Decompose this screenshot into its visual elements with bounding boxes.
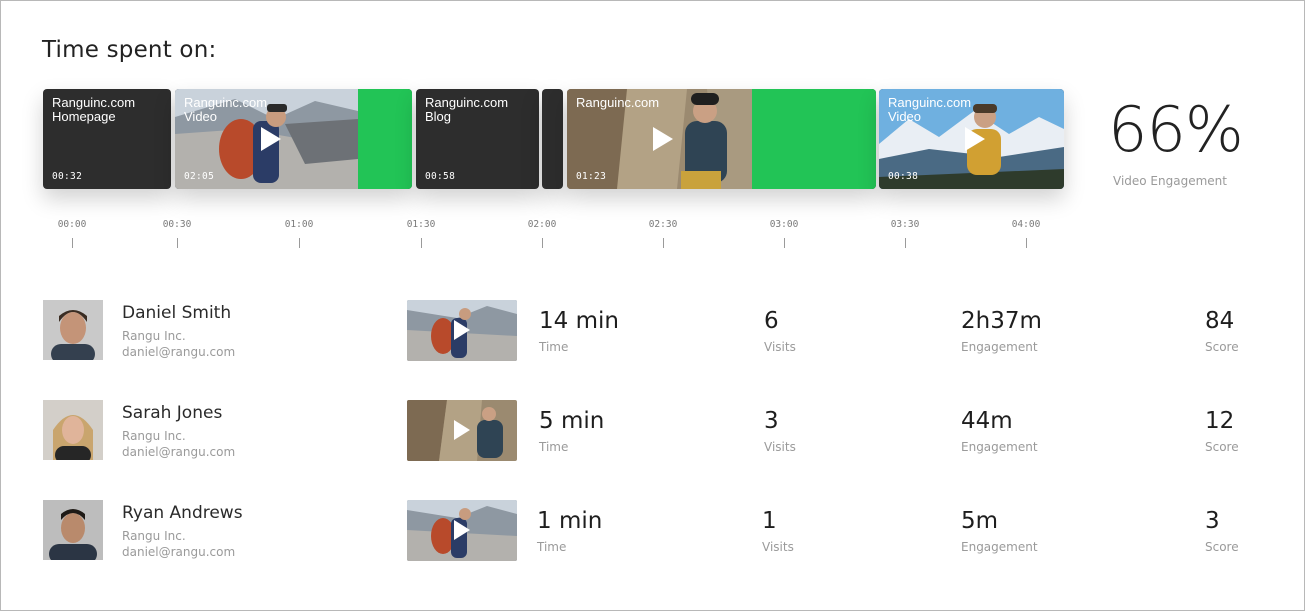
segment-label: Ranguinc.com Blog	[425, 95, 509, 124]
metric-value: 84	[1205, 308, 1235, 334]
metric-value: 1 min	[537, 508, 603, 534]
axis-tick-label: 02:30	[648, 219, 678, 230]
metric-label: Time	[539, 440, 569, 454]
metric-label: Visits	[762, 540, 794, 554]
axis-tick-label: 00:30	[162, 219, 192, 230]
segment-time: 00:38	[888, 171, 919, 182]
timeline-segment-video-2[interactable]: Ranguinc.com 01:23	[567, 89, 876, 189]
segment-label: Ranguinc.com Video	[184, 95, 268, 124]
avatar	[43, 300, 103, 360]
axis-tick-label: 04:00	[1011, 219, 1041, 230]
visitor-row[interactable]: Sarah Jones Rangu Inc. daniel@rangu.com …	[43, 400, 1273, 462]
metric-value: 44m	[961, 408, 1013, 434]
metric-label: Engagement	[961, 540, 1038, 554]
metric-label: Time	[537, 540, 567, 554]
segment-label: Ranguinc.com Video	[888, 95, 972, 124]
metric-label: Engagement	[961, 440, 1038, 454]
metric-visits: 3 Visits	[764, 408, 796, 454]
timeline-segment-homepage[interactable]: Ranguinc.com Homepage 00:32	[43, 89, 171, 189]
metric-score: 84 Score	[1205, 308, 1239, 354]
visitor-row[interactable]: Ryan Andrews Rangu Inc. daniel@rangu.com…	[43, 500, 1273, 562]
segment-time: 02:05	[184, 171, 215, 182]
timeline-segment-video-3[interactable]: Ranguinc.com Video 00:38	[879, 89, 1064, 189]
axis-tick-label: 01:00	[284, 219, 314, 230]
segment-time: 00:32	[52, 171, 83, 182]
video-thumbnail[interactable]	[407, 400, 517, 461]
axis-tick-label: 00:00	[57, 219, 87, 230]
metric-value: 14 min	[539, 308, 619, 334]
timeline-segment-video-1[interactable]: Ranguinc.com Video 02:05	[175, 89, 412, 189]
segment-overflow-bar	[752, 89, 876, 189]
axis-tick-label: 01:30	[406, 219, 436, 230]
axis-tick-label: 03:30	[890, 219, 920, 230]
visitor-email: daniel@rangu.com	[122, 345, 236, 359]
metric-visits: 1 Visits	[762, 508, 794, 554]
metric-score: 12 Score	[1205, 408, 1239, 454]
visitor-company: Rangu Inc.	[122, 329, 186, 343]
play-icon[interactable]	[261, 127, 281, 151]
visitor-name[interactable]: Ryan Andrews	[122, 503, 243, 523]
metric-time: 14 min Time	[539, 308, 619, 354]
metric-value: 6	[764, 308, 779, 334]
metric-label: Score	[1205, 440, 1239, 454]
play-icon[interactable]	[653, 127, 673, 151]
session-timeline: Ranguinc.com Homepage 00:32 Ranguinc.com…	[43, 89, 1065, 189]
page-title: Time spent on:	[42, 37, 217, 63]
play-icon[interactable]	[965, 127, 985, 151]
metric-label: Time	[539, 340, 569, 354]
video-thumbnail[interactable]	[407, 500, 517, 561]
axis-tick-label: 03:00	[769, 219, 799, 230]
segment-overflow-bar	[358, 89, 412, 189]
metric-value: 5 min	[539, 408, 605, 434]
metric-value: 1	[762, 508, 777, 534]
metric-value: 2h37m	[961, 308, 1042, 334]
visitor-company: Rangu Inc.	[122, 529, 186, 543]
timeline-segment-short[interactable]	[542, 89, 563, 189]
visitor-name[interactable]: Sarah Jones	[122, 403, 222, 423]
visitor-company: Rangu Inc.	[122, 429, 186, 443]
visitor-email: daniel@rangu.com	[122, 445, 236, 459]
metric-label: Visits	[764, 440, 796, 454]
play-icon[interactable]	[454, 520, 470, 540]
metric-engagement: 5m Engagement	[961, 508, 1038, 554]
metric-score: 3 Score	[1205, 508, 1239, 554]
engagement-percentage: 66%	[1108, 93, 1244, 166]
metric-engagement: 44m Engagement	[961, 408, 1038, 454]
video-thumbnail[interactable]	[407, 300, 517, 361]
timeline-segment-blog[interactable]: Ranguinc.com Blog 00:58	[416, 89, 539, 189]
visitor-email: daniel@rangu.com	[122, 545, 236, 559]
play-icon[interactable]	[454, 420, 470, 440]
visitor-name[interactable]: Daniel Smith	[122, 303, 231, 323]
segment-time: 01:23	[576, 171, 607, 182]
analytics-panel: Time spent on: Ranguinc.com Homepage 00:…	[0, 0, 1305, 611]
segment-label: Ranguinc.com	[576, 95, 660, 110]
metric-engagement: 2h37m Engagement	[961, 308, 1042, 354]
avatar	[43, 400, 103, 460]
metric-label: Score	[1205, 340, 1239, 354]
segment-time: 00:58	[425, 171, 456, 182]
avatar	[43, 500, 103, 560]
metric-visits: 6 Visits	[764, 308, 796, 354]
metric-time: 5 min Time	[539, 408, 604, 454]
engagement-label: Video Engagement	[1113, 174, 1227, 188]
axis-tick-label: 02:00	[527, 219, 557, 230]
metric-label: Visits	[764, 340, 796, 354]
play-icon[interactable]	[454, 320, 470, 340]
visitor-row[interactable]: Daniel Smith Rangu Inc. daniel@rangu.com…	[43, 300, 1273, 362]
metric-value: 5m	[961, 508, 999, 534]
metric-value: 12	[1205, 408, 1235, 434]
metric-value: 3	[764, 408, 779, 434]
segment-label: Ranguinc.com Homepage	[52, 95, 136, 124]
metric-label: Score	[1205, 540, 1239, 554]
metric-value: 3	[1205, 508, 1220, 534]
time-axis: 00:00 00:30 01:00 01:30 02:00 02:30 03:0…	[1, 219, 1101, 251]
metric-label: Engagement	[961, 340, 1038, 354]
metric-time: 1 min Time	[537, 508, 602, 554]
